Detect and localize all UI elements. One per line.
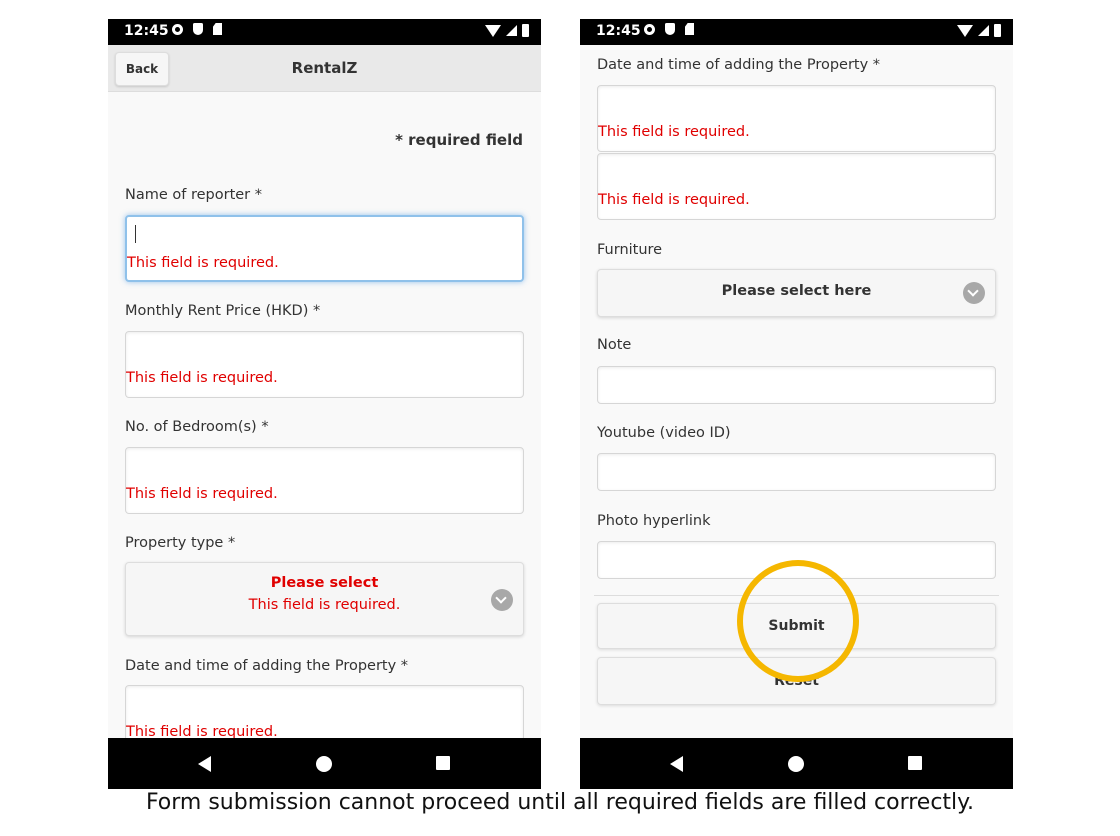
page-title: RentalZ	[291, 59, 358, 77]
rent-error: This field is required.	[126, 370, 278, 386]
date-error: This field is required.	[598, 124, 750, 140]
date-input[interactable]: This field is required.	[597, 85, 996, 152]
wifi-icon	[957, 24, 973, 37]
reporter-label: Name of reporter *	[125, 187, 262, 203]
property-type-value: Please select	[270, 575, 379, 591]
wifi-icon	[485, 24, 501, 37]
property-type-select[interactable]: Please select This field is required.	[125, 562, 524, 636]
property-type-label: Property type *	[125, 535, 236, 551]
bedroom-error: This field is required.	[126, 486, 278, 502]
property-type-error: This field is required.	[248, 597, 401, 613]
text-caret	[135, 225, 136, 243]
signal-icon	[506, 25, 517, 36]
youtube-label: Youtube (video ID)	[597, 425, 731, 441]
sd-card-icon	[685, 23, 694, 35]
battery-icon	[994, 24, 1001, 37]
app-header: Back RentalZ	[108, 45, 541, 92]
bedroom-input[interactable]: This field is required.	[125, 447, 524, 514]
rent-input[interactable]: This field is required.	[125, 331, 524, 398]
nav-recents-icon[interactable]	[908, 756, 922, 770]
note-label: Note	[597, 337, 632, 353]
datetime-label: Date and time of adding the Property *	[597, 57, 881, 73]
sd-card-icon	[213, 23, 222, 35]
settings-icon	[644, 23, 655, 35]
android-nav-bar	[108, 738, 541, 789]
note-input[interactable]	[597, 366, 996, 404]
settings-icon	[172, 23, 183, 35]
reporter-error: This field is required.	[127, 255, 279, 271]
furniture-select[interactable]: Please select here	[597, 269, 996, 317]
rent-label: Monthly Rent Price (HKD) *	[125, 303, 321, 319]
furniture-label: Furniture	[597, 242, 663, 258]
time-error: This field is required.	[598, 192, 750, 208]
reporter-input[interactable]: This field is required.	[125, 215, 524, 282]
youtube-input[interactable]	[597, 453, 996, 491]
signal-icon	[978, 25, 989, 36]
phone-screen-left: 12:45 Back RentalZ * required field Name…	[108, 19, 541, 789]
figure-caption: Form submission cannot proceed until all…	[145, 790, 975, 815]
photo-label: Photo hyperlink	[597, 513, 711, 529]
chevron-down-icon	[491, 589, 513, 611]
status-bar: 12:45	[580, 19, 1013, 45]
nav-back-icon[interactable]	[198, 756, 211, 772]
status-time: 12:45	[124, 23, 169, 39]
nav-recents-icon[interactable]	[436, 756, 450, 770]
bedroom-label: No. of Bedroom(s) *	[125, 419, 269, 435]
required-field-note: * required field	[395, 131, 523, 149]
shield-icon	[665, 23, 675, 35]
battery-icon	[522, 24, 529, 37]
status-time: 12:45	[596, 23, 641, 39]
android-nav-bar	[580, 738, 1013, 789]
nav-home-icon[interactable]	[788, 756, 804, 772]
status-bar: 12:45	[108, 19, 541, 45]
datetime-label: Date and time of adding the Property *	[125, 658, 409, 674]
furniture-value: Please select here	[721, 283, 872, 299]
nav-back-icon[interactable]	[670, 756, 683, 772]
shield-icon	[193, 23, 203, 35]
submit-highlight-circle	[737, 560, 859, 682]
chevron-down-icon	[963, 282, 985, 304]
time-input[interactable]: This field is required.	[597, 153, 996, 220]
nav-home-icon[interactable]	[316, 756, 332, 772]
